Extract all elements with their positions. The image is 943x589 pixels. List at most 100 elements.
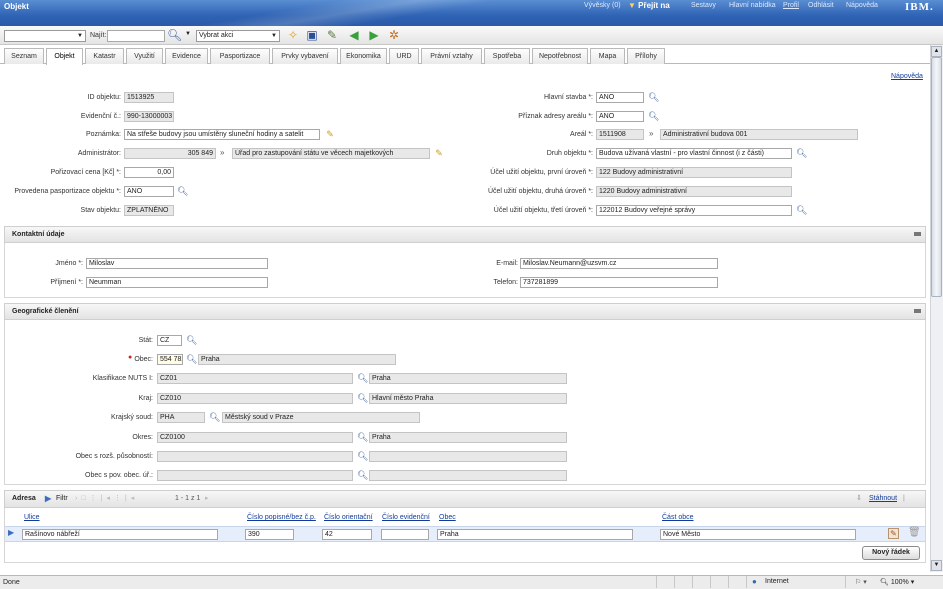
cislo-evidencni-cell[interactable] (381, 529, 429, 540)
col-obec[interactable]: Obec (439, 514, 456, 521)
col-cislo-popisne[interactable]: Číslo popisné/bez č.p. (247, 514, 316, 521)
col-ulice[interactable]: Ulice (24, 514, 40, 521)
cislo-orientacni-cell[interactable]: 42 (322, 529, 372, 540)
new-row-button[interactable]: Nový řádek (862, 546, 920, 560)
search-icon[interactable]: 🔍︎ (648, 92, 659, 102)
geo-section-header[interactable]: Geografické členění (4, 303, 926, 320)
globe-icon: ● (752, 577, 757, 586)
tab-prilohy[interactable]: Přílohy (627, 48, 665, 64)
ulice-cell[interactable]: Rašínovo nábřeží (22, 529, 218, 540)
notes-icon[interactable]: ✎ (325, 129, 335, 139)
workflow-icon[interactable]: ✲ (387, 28, 401, 42)
sestavy-link[interactable]: Sestavy (691, 2, 716, 9)
search-icon[interactable]: 🔍︎ (209, 412, 220, 422)
col-cast-obce[interactable]: Část obce (662, 514, 694, 521)
tab-katastr[interactable]: Katastr (85, 48, 124, 64)
tab-evidence[interactable]: Evidence (165, 48, 208, 64)
vyvesky-link[interactable]: Vývěsky (0) (584, 2, 621, 9)
contact-section-body (4, 243, 926, 298)
tab-spotreba[interactable]: Spotřeba (484, 48, 530, 64)
trash-icon[interactable]: 🗑︎ (908, 527, 921, 538)
phone-field[interactable]: 737281899 (520, 277, 718, 288)
areal-flag-field[interactable]: ANO (596, 111, 644, 122)
pasp-field[interactable]: ANO (124, 186, 174, 197)
col-cislo-orientacni[interactable]: Číslo orientační (324, 514, 373, 521)
download-icon[interactable]: ⇩ (856, 491, 862, 507)
profile-link[interactable]: Profil (783, 2, 799, 9)
filter-arrow-icon[interactable]: ▶ (45, 491, 51, 507)
notes-icon[interactable]: ✎ (434, 148, 444, 158)
tab-objekt[interactable]: Objekt (46, 48, 83, 65)
tab-pasportizace[interactable]: Pasportizace (210, 48, 270, 64)
use3-field[interactable]: 122012 Budovy veřejné správy (596, 205, 792, 216)
email-field[interactable]: Miloslav.Neumann@uzsvm.cz (520, 258, 718, 269)
main-field[interactable]: ANO (596, 92, 644, 103)
obec-cell[interactable]: Praha (437, 529, 633, 540)
pager-next-icon[interactable]: ▸ (205, 491, 209, 507)
goto-menu[interactable]: ▼ Přejít na (628, 1, 670, 10)
find-input[interactable] (107, 30, 165, 42)
contact-section-header[interactable]: Kontaktní údaje (4, 226, 926, 243)
saved-query-select[interactable]: ▼ (4, 30, 86, 42)
scrollbar-thumb[interactable] (931, 57, 942, 297)
action-select[interactable]: Vybrat akci ▼ (196, 30, 280, 42)
price-field[interactable]: 0,00 (124, 167, 174, 178)
search-icon[interactable]: 🔍︎ (357, 393, 368, 403)
search-icon[interactable]: 🔍︎ (796, 148, 807, 158)
last-name-field[interactable]: Neumman (86, 277, 268, 288)
help-top-link[interactable]: Nápověda (846, 2, 878, 9)
tab-vyuziti[interactable]: Využití (126, 48, 163, 64)
kind-field[interactable]: Budova užívaná vlastní - pro vlastní čin… (596, 148, 792, 159)
tab-pravni-vztahy[interactable]: Právní vztahy (421, 48, 482, 64)
tab-urd[interactable]: URD (389, 48, 419, 64)
main-label: Hlavní stavba *: (543, 94, 593, 101)
chevron-down-icon[interactable]: ▼ (185, 31, 191, 37)
pager-nav-icons[interactable]: ›□⋮|◂⋮|◂ (75, 491, 138, 507)
zoom-control[interactable]: 🔍︎ 100% ▾ (880, 578, 914, 586)
main-menu-link[interactable]: Hlavní nabídka (729, 2, 776, 9)
tab-prvky-vybaveni[interactable]: Prvky vybavení (272, 48, 338, 64)
logout-link[interactable]: Odhlásit (808, 2, 834, 9)
scroll-down-icon[interactable]: ▼ (931, 560, 942, 571)
search-icon[interactable]: 🔍︎ (167, 28, 182, 42)
edit-row-icon[interactable]: ✎ (888, 528, 899, 539)
scroll-up-icon[interactable]: ▲ (931, 46, 942, 57)
save-icon[interactable]: ▣ (305, 28, 319, 42)
help-link[interactable]: Nápověda (891, 73, 923, 80)
search-icon[interactable]: 🔍︎ (648, 111, 659, 121)
tab-ekonomika[interactable]: Ekonomika (340, 48, 387, 64)
protected-mode-icon[interactable]: ⚐ ▾ (855, 578, 867, 586)
tab-seznam[interactable]: Seznam (4, 48, 44, 64)
arrow-left-icon[interactable]: ◀ (347, 28, 361, 42)
soud-name-field: Městský soud v Praze (222, 412, 420, 423)
status-bar: Done (0, 575, 943, 589)
search-icon[interactable]: 🔍︎ (357, 373, 368, 383)
collapse-icon[interactable] (914, 309, 921, 313)
edit-icon[interactable]: ✎ (325, 28, 339, 42)
double-chevron-icon[interactable]: » (220, 148, 224, 157)
search-icon[interactable]: 🔍︎ (177, 186, 188, 196)
obec-code-field[interactable]: 554 782 (157, 354, 183, 365)
new-document-icon[interactable]: ✧ (286, 28, 300, 42)
tab-mapa[interactable]: Mapa (590, 48, 625, 64)
double-chevron-icon[interactable]: » (649, 129, 653, 138)
collapse-icon[interactable] (914, 232, 921, 236)
pou-code-field (157, 470, 353, 481)
search-icon[interactable]: 🔍︎ (796, 205, 807, 215)
filter-link[interactable]: Filtr (56, 491, 68, 507)
col-cislo-evidencni[interactable]: Číslo evidenční (382, 514, 430, 521)
search-icon[interactable]: 🔍︎ (357, 470, 368, 480)
stat-field[interactable]: CZ (157, 335, 182, 346)
first-name-field[interactable]: Miloslav (86, 258, 268, 269)
search-icon[interactable]: 🔍︎ (357, 432, 368, 442)
row-expand-icon[interactable]: ▶ (8, 528, 14, 537)
cast-obce-cell[interactable]: Nové Město (660, 529, 856, 540)
tab-nepotrebnost[interactable]: Nepotřebnost (532, 48, 588, 64)
search-icon[interactable]: 🔍︎ (186, 335, 197, 345)
cislo-popisne-cell[interactable]: 390 (245, 529, 294, 540)
note-field[interactable]: Na střeše budovy jsou umístěny sluneční … (124, 129, 320, 140)
download-link[interactable]: Stáhnout (869, 491, 897, 507)
arrow-right-icon[interactable]: ▶ (367, 28, 381, 42)
search-icon[interactable]: 🔍︎ (357, 451, 368, 461)
search-icon[interactable]: 🔍︎ (186, 354, 197, 364)
